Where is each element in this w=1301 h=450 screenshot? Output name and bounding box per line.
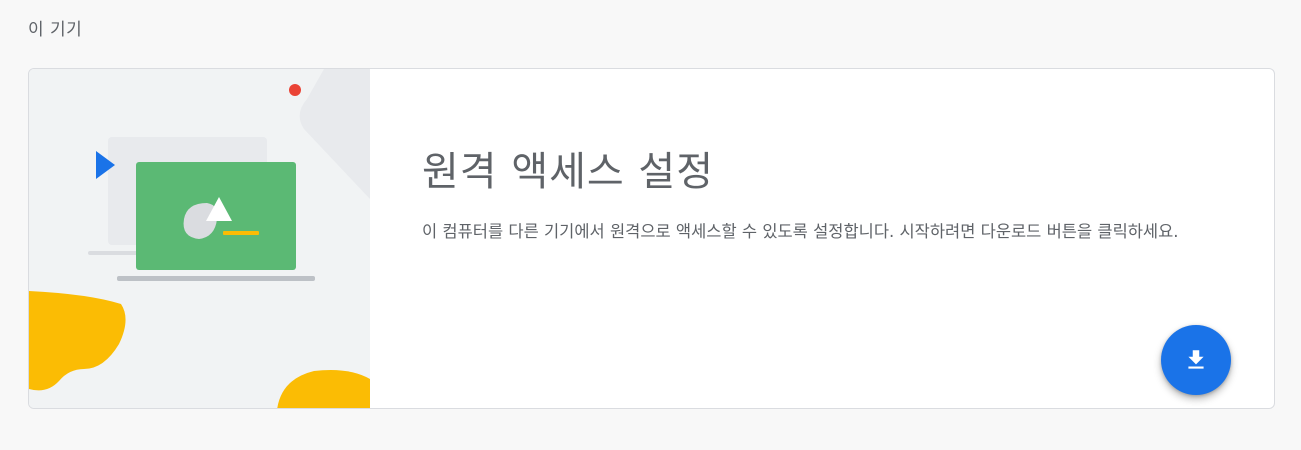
background-shape xyxy=(299,69,370,199)
yellow-blob-right xyxy=(277,370,370,408)
download-icon xyxy=(1188,350,1204,369)
download-button[interactable] xyxy=(1161,325,1231,395)
screen-line xyxy=(223,231,259,235)
illustration-graphic xyxy=(29,69,370,408)
section-title: 이 기기 xyxy=(28,20,83,40)
red-dot xyxy=(289,84,301,96)
card-description: 이 컴퓨터를 다른 기기에서 원격으로 액세스할 수 있도록 설정합니다. 시작… xyxy=(422,222,1179,241)
computer-illustration xyxy=(29,69,370,408)
yellow-blob-left xyxy=(29,291,126,391)
front-base xyxy=(117,276,315,281)
card-title: 원격 액세스 설정 xyxy=(422,149,715,195)
remote-access-setup-card: 원격 액세스 설정 이 컴퓨터를 다른 기기에서 원격으로 액세스할 수 있도록… xyxy=(28,68,1275,409)
